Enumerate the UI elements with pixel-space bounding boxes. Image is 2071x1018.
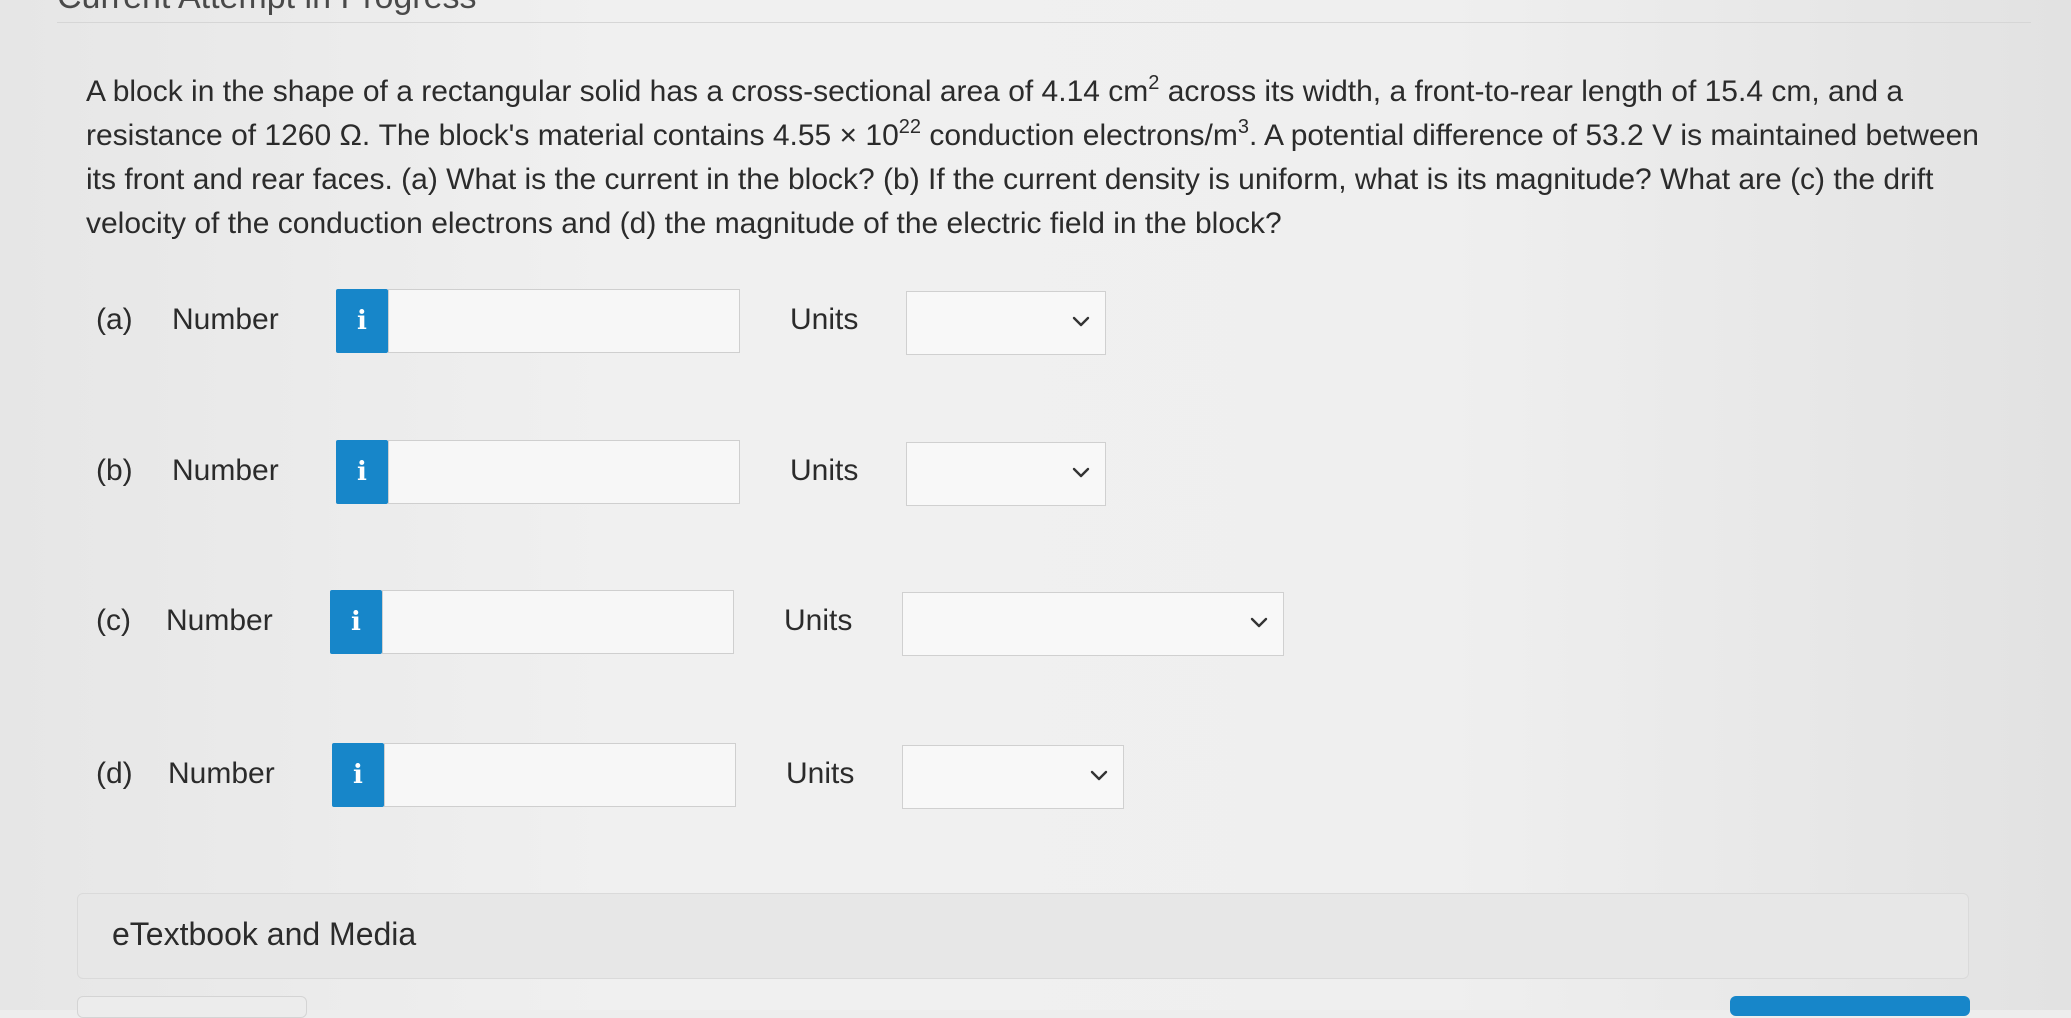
- page: Current Attempt in Progress A block in t…: [0, 0, 2071, 1018]
- info-icon-glyph: i: [357, 306, 367, 336]
- info-icon[interactable]: i: [330, 590, 382, 654]
- question-text-part-1: A block in the shape of a rectangular so…: [86, 75, 1149, 108]
- number-input-a[interactable]: [388, 289, 740, 353]
- number-label-d: Number: [168, 757, 275, 790]
- units-label-a: Units: [790, 303, 859, 336]
- units-select-b[interactable]: [906, 442, 1106, 506]
- units-select-c[interactable]: [902, 592, 1284, 656]
- chevron-down-icon: [1072, 316, 1090, 327]
- part-label-c: (c): [96, 604, 131, 637]
- units-select-d[interactable]: [902, 745, 1124, 809]
- number-label-a: Number: [172, 303, 279, 336]
- info-icon-glyph: i: [353, 760, 363, 790]
- number-label-b: Number: [172, 454, 279, 487]
- number-input-b[interactable]: [388, 440, 740, 504]
- number-input-c[interactable]: [382, 590, 734, 654]
- number-label-c: Number: [166, 604, 273, 637]
- part-label-a: (a): [96, 303, 133, 336]
- superscript-cm2: 2: [1148, 72, 1160, 94]
- units-label-c: Units: [784, 604, 853, 637]
- superscript-m3: 3: [1237, 116, 1249, 138]
- page-title: Current Attempt in Progress: [57, 0, 477, 17]
- info-icon[interactable]: i: [336, 440, 388, 504]
- etextbook-media-panel[interactable]: eTextbook and Media: [77, 893, 1969, 979]
- part-label-b: (b): [96, 454, 133, 487]
- part-label-d: (d): [96, 757, 133, 790]
- chevron-down-icon: [1090, 770, 1108, 781]
- chevron-down-icon: [1250, 617, 1268, 628]
- units-select-a[interactable]: [906, 291, 1106, 355]
- info-icon[interactable]: i: [336, 289, 388, 353]
- question-text-part-3: conduction electrons/m: [921, 119, 1238, 152]
- superscript-exponent-22: 22: [898, 116, 922, 138]
- answer-row-c: (c) Number i Units: [96, 590, 1296, 658]
- question-text: A block in the shape of a rectangular so…: [86, 70, 1986, 246]
- answer-row-d: (d) Number i Units: [96, 743, 1296, 811]
- submit-button[interactable]: [1730, 996, 1970, 1016]
- units-label-d: Units: [786, 757, 855, 790]
- chevron-down-icon: [1072, 467, 1090, 478]
- info-icon-glyph: i: [351, 607, 361, 637]
- bottom-left-control[interactable]: [77, 996, 307, 1018]
- answer-row-a: (a) Number i Units: [96, 289, 1296, 357]
- units-label-b: Units: [790, 454, 859, 487]
- etextbook-media-label: eTextbook and Media: [112, 916, 417, 952]
- divider: [57, 22, 2031, 23]
- info-icon[interactable]: i: [332, 743, 384, 807]
- number-input-d[interactable]: [384, 743, 736, 807]
- info-icon-glyph: i: [357, 457, 367, 487]
- answer-row-b: (b) Number i Units: [96, 440, 1296, 508]
